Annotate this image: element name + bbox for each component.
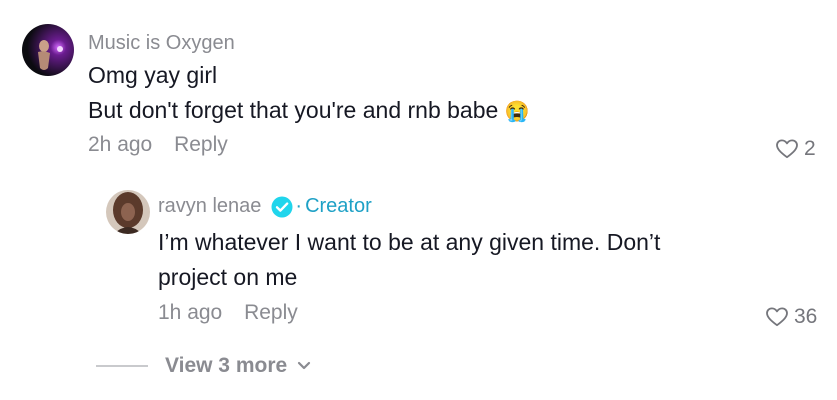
comment-meta: 2h ago Reply (88, 133, 228, 157)
reply-username[interactable]: ravyn lenae (158, 195, 261, 218)
reply-header: ravyn lenae · Creator (158, 195, 372, 218)
reply-avatar[interactable] (106, 190, 150, 234)
avatar-image-icon (22, 24, 74, 76)
view-more-row: View 3 more (96, 354, 311, 378)
crying-emoji: 😭 (504, 101, 530, 123)
view-more-label: View 3 more (165, 354, 288, 377)
view-more-button[interactable]: View 3 more (165, 354, 311, 378)
reply-line: I’m whatever I want to be at any given t… (158, 229, 661, 255)
avatar-image-icon (106, 190, 150, 234)
chevron-down-icon (298, 361, 311, 370)
divider-line (96, 365, 148, 367)
like-button[interactable]: 2 (776, 137, 816, 161)
like-count: 2 (804, 137, 816, 160)
reply-line: project on me (158, 264, 298, 290)
reply-meta: 1h ago Reply (158, 301, 298, 325)
comment-timestamp: 2h ago (88, 133, 153, 156)
comment-line: But don't forget that you're and rnb bab… (88, 93, 530, 130)
reply-button[interactable]: Reply (244, 301, 298, 324)
heart-outline-icon (766, 307, 788, 327)
reply-like-button[interactable]: 36 (766, 305, 817, 329)
commenter-username[interactable]: Music is Oxygen (88, 32, 235, 55)
reply-text: I’m whatever I want to be at any given t… (158, 225, 660, 295)
heart-outline-icon (776, 139, 798, 159)
reply-button[interactable]: Reply (174, 133, 228, 156)
comment-line: Omg yay girl (88, 62, 218, 88)
creator-badge: Creator (305, 195, 372, 217)
comment-line-text: But don't forget that you're and rnb bab… (88, 97, 499, 123)
reply-timestamp: 1h ago (158, 301, 223, 324)
badge-separator: · (295, 195, 303, 217)
commenter-avatar[interactable] (22, 24, 74, 76)
verified-check-icon (271, 196, 293, 217)
comment-text: Omg yay girl But don't forget that you'r… (88, 58, 530, 130)
reply-like-count: 36 (794, 305, 818, 328)
